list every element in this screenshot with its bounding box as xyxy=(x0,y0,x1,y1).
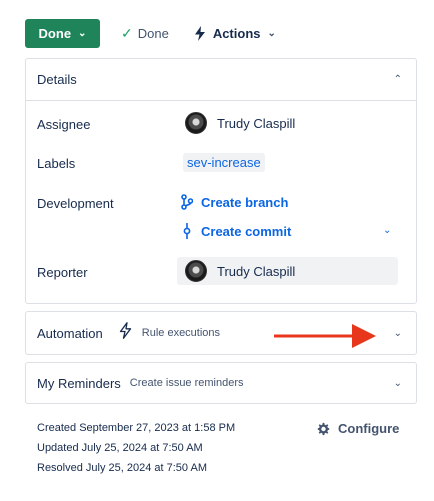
create-branch-label: Create branch xyxy=(201,194,289,210)
automation-title: Automation xyxy=(37,325,103,341)
labels-value[interactable]: sev-increase xyxy=(183,153,265,172)
updated-date: Updated July 25, 2024 at 7:50 AM xyxy=(37,442,203,454)
commit-icon xyxy=(183,223,191,239)
created-date: Created September 27, 2023 at 1:58 PM xyxy=(37,422,236,434)
create-commit-label: Create commit xyxy=(201,223,292,239)
gear-icon xyxy=(317,422,330,435)
lightning-icon xyxy=(194,25,206,41)
status-label: Done xyxy=(38,25,72,41)
create-branch-link[interactable]: Create branch xyxy=(181,194,288,210)
reminders-subtitle: Create issue reminders xyxy=(129,377,244,389)
chevron-down-icon: ⌄ xyxy=(78,27,87,39)
check-icon: ✓ xyxy=(121,24,133,41)
automation-subtitle: Rule executions xyxy=(141,327,221,339)
reporter-name: Trudy Claspill xyxy=(217,263,296,279)
avatar xyxy=(185,112,207,134)
assignee-field-label: Assignee xyxy=(37,117,91,132)
chevron-down-icon[interactable]: ⌄ xyxy=(383,225,391,236)
issue-toolbar: Done ⌄ ✓ Done Actions ⌄ xyxy=(25,18,276,48)
branch-icon xyxy=(181,194,193,210)
chevron-down-icon[interactable]: ⌄ xyxy=(394,378,402,389)
details-panel: Details ⌃ Assignee Trudy Claspill Labels… xyxy=(25,58,417,304)
configure-button[interactable]: Configure xyxy=(316,421,399,436)
reporter-value[interactable]: Trudy Claspill xyxy=(177,257,398,285)
resolution-label: Done xyxy=(137,25,169,41)
configure-label: Configure xyxy=(338,421,400,436)
avatar xyxy=(185,260,207,282)
chevron-down-icon[interactable]: ⌄ xyxy=(394,328,402,339)
labels-field-label: Labels xyxy=(37,156,76,171)
assignee-value[interactable]: Trudy Claspill xyxy=(185,112,295,134)
development-field-label: Development xyxy=(37,196,114,211)
assignee-name: Trudy Claspill xyxy=(217,115,296,131)
details-title: Details xyxy=(37,72,77,87)
details-header[interactable]: Details ⌃ xyxy=(26,59,416,101)
reminders-panel[interactable]: My Reminders Create issue reminders ⌄ xyxy=(25,362,417,404)
lightning-icon xyxy=(119,322,132,344)
chevron-up-icon[interactable]: ⌃ xyxy=(394,74,402,85)
actions-button[interactable]: Actions ⌄ xyxy=(194,25,276,41)
create-commit-link[interactable]: Create commit xyxy=(181,223,291,239)
reminders-title: My Reminders xyxy=(37,375,121,391)
status-button[interactable]: Done ⌄ xyxy=(25,18,100,48)
actions-label: Actions xyxy=(212,25,261,41)
label-tag[interactable]: sev-increase xyxy=(183,153,265,172)
resolution-indicator: ✓ Done xyxy=(121,25,169,42)
reporter-field-label: Reporter xyxy=(37,265,88,280)
annotation-arrow xyxy=(274,324,376,348)
chevron-down-icon: ⌄ xyxy=(267,27,276,39)
resolved-date: Resolved July 25, 2024 at 7:50 AM xyxy=(37,462,207,474)
